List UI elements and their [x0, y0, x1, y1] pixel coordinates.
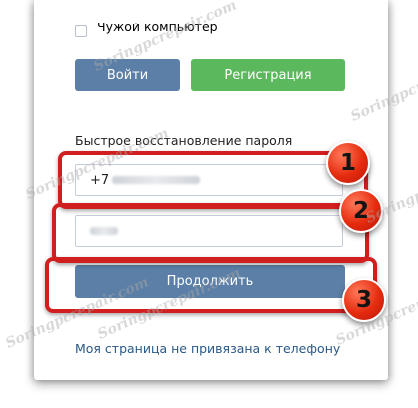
surname-input[interactable] — [75, 215, 343, 247]
continue-button[interactable]: Продолжить — [75, 265, 345, 298]
step-badge-2: 2 — [339, 189, 383, 233]
foreign-computer-row[interactable]: Чужой компьютер — [75, 23, 218, 39]
recovery-title: Быстрое восстановление пароля — [75, 133, 293, 148]
login-button[interactable]: Войти — [75, 59, 180, 91]
phone-prefix: +7 — [90, 172, 110, 188]
register-button[interactable]: Регистрация — [191, 59, 345, 91]
phone-blurred-digits — [112, 176, 201, 184]
foreign-computer-checkbox[interactable] — [75, 25, 87, 37]
screenshot-stage: Чужой компьютер Войти Регистрация Быстро… — [0, 0, 418, 408]
no-phone-link[interactable]: Моя страница не привязана к телефону — [75, 341, 340, 356]
surname-blurred-value — [90, 227, 118, 235]
step-badge-1: 1 — [326, 141, 370, 185]
step-badge-3: 3 — [342, 278, 386, 322]
phone-input[interactable]: +7 — [75, 164, 343, 196]
foreign-computer-label: Чужой компьютер — [97, 23, 218, 34]
